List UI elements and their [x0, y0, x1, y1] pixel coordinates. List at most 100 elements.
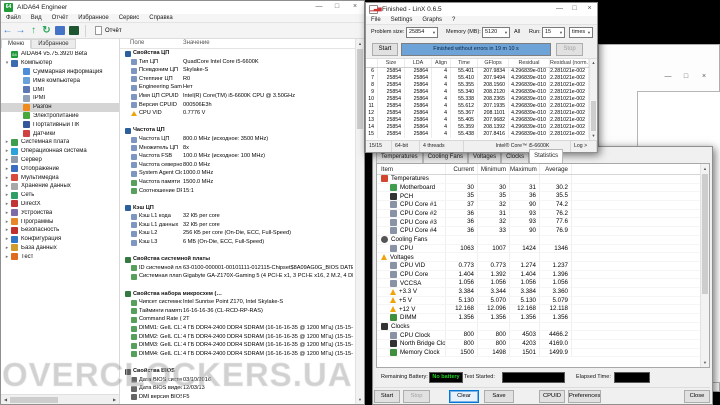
- sidebar-item[interactable]: Суммарная информация: [1, 68, 119, 77]
- table-row[interactable]: 15 25854 25864 4 55.438 207.8416 4.296839e-010…: [366, 131, 597, 138]
- table-row[interactable]: 13 25854 25864 4 55.405 207.9682 4.296839e-010…: [366, 117, 597, 124]
- memory-select[interactable]: 5120 ▼: [482, 27, 510, 38]
- minimize-icon[interactable]: —: [310, 1, 328, 14]
- property-row[interactable]: ID системной платы63-0100-000001-0010111…: [120, 264, 355, 273]
- menu-item[interactable]: ?: [447, 16, 460, 25]
- statistics-row[interactable]: +12 V 12.168 12.096 12.168 12.118: [377, 305, 709, 314]
- property-row[interactable]: Имя ЦП CPUID Intel(R) Core(TM) i5-6600K C…: [120, 92, 355, 101]
- run-count-select[interactable]: 15 ▼: [542, 27, 565, 38]
- property-row[interactable]: Степпинг ЦП R0: [120, 75, 355, 84]
- property-row[interactable]: Тип ЦП QuadCore Intel Core i5-6600K: [120, 58, 355, 67]
- table-row[interactable]: 14 25854 25864 4 55.359 208.1392 4.296839e-010…: [366, 124, 597, 131]
- maximize-icon[interactable]: □: [567, 3, 582, 16]
- tree-expander-icon[interactable]: ▸: [3, 139, 11, 145]
- refresh-icon[interactable]: ↻: [40, 24, 53, 38]
- linx-scrollbar[interactable]: ▲ ▼: [589, 59, 597, 140]
- statistics-section-row[interactable]: Cooling Fans: [377, 235, 709, 245]
- sidebar-item[interactable]: ▸ Сеть: [1, 191, 119, 200]
- monitor-icon[interactable]: [69, 26, 79, 35]
- content-scrollbar[interactable]: ▲ ▼: [355, 39, 364, 404]
- property-row[interactable]: DIMM2: GeIL CL16-16-16 D4…4 ГБ DDR4-2400…: [120, 333, 355, 342]
- tree-expander-icon[interactable]: ▸: [3, 245, 11, 251]
- scroll-down-icon[interactable]: ▼: [590, 132, 597, 140]
- section-row[interactable]: Частота ЦП: [120, 126, 355, 135]
- sidebar-item[interactable]: ▸ DirectX: [1, 200, 119, 209]
- property-row[interactable]: Кэш L1 данных 32 КБ per core: [120, 221, 355, 230]
- section-row[interactable]: Свойства ЦП: [120, 49, 355, 58]
- sidebar-item[interactable]: ▸ Операционная система: [1, 147, 119, 156]
- property-row[interactable]: Соотношение DRAM:FSB15:1: [120, 187, 355, 196]
- close-icon[interactable]: ×: [695, 71, 713, 84]
- property-row[interactable]: Дата BIOS системы03/10/2016: [120, 376, 355, 385]
- report-button[interactable]: Отчёт: [90, 24, 127, 37]
- statistics-row[interactable]: +3.3 V 3.384 3.344 3.384 3.360: [377, 287, 709, 297]
- statistics-row[interactable]: CPU Core #4 36 33 90 76.9: [377, 227, 709, 236]
- statistics-row[interactable]: Memory Clock 1500 1498 1501 1499.9: [377, 348, 709, 358]
- tab-statistics[interactable]: Statistics: [529, 149, 564, 163]
- sidebar-item[interactable]: ▸ Мультимедиа: [1, 173, 119, 182]
- sidebar-item[interactable]: 64 AIDA64 v5.75.3920 Beta: [1, 50, 119, 59]
- sidebar-item[interactable]: ▸ Устройства: [1, 208, 119, 217]
- sidebar-item[interactable]: ▸ Отображение: [1, 164, 119, 173]
- stop-button[interactable]: Stop: [403, 390, 430, 403]
- table-row[interactable]: 7 25854 25864 4 55.410 207.9494 4.296839e-010 2…: [366, 75, 597, 82]
- property-row[interactable]: DIMM1: GeIL CL16-16-16 D4…4 ГБ DDR4-2400…: [120, 324, 355, 333]
- sidebar-item[interactable]: IPMI: [1, 94, 119, 103]
- property-row[interactable]: Множитель ЦП 8x: [120, 144, 355, 153]
- section-row[interactable]: Свойства набора микросхем (…: [120, 290, 355, 299]
- property-row[interactable]: Дата BIOS видеоадаптера12/03/13: [120, 384, 355, 393]
- property-row[interactable]: Кэш L1 кода 32 КБ per core: [120, 212, 355, 221]
- statistics-row[interactable]: CPU 1063 1007 1424 1346: [377, 244, 709, 254]
- scroll-right-icon[interactable]: ▶: [110, 397, 119, 402]
- property-row[interactable]: Частота ЦП 800.0 MHz (исходное: 3500 MHz): [120, 135, 355, 144]
- menu-item[interactable]: Отчёт: [47, 14, 74, 23]
- close-icon[interactable]: ×: [582, 3, 597, 16]
- scroll-up-icon[interactable]: ▲: [356, 39, 364, 48]
- stop-button[interactable]: Stop: [556, 43, 583, 56]
- statistics-row[interactable]: CPU Core #2 36 31 93 76.2: [377, 209, 709, 219]
- tree-expander-icon[interactable]: ▸: [3, 166, 11, 172]
- minimize-icon[interactable]: —: [552, 3, 567, 16]
- close-button[interactable]: Close: [684, 390, 710, 403]
- menu-item[interactable]: Settings: [386, 16, 418, 25]
- menu-item[interactable]: Graphs: [417, 16, 447, 25]
- property-row[interactable]: Чипсет системной платыIntel Sunrise Poin…: [120, 298, 355, 307]
- sidebar-item[interactable]: ▸ Конфигурация: [1, 235, 119, 244]
- sidebar-item[interactable]: Электропитание: [1, 112, 119, 121]
- statistics-section-row[interactable]: Temperatures: [377, 175, 709, 184]
- property-row[interactable]: Версия CPUID 000506E3h: [120, 101, 355, 110]
- property-row[interactable]: DMI версия BIOS F5: [120, 393, 355, 402]
- scroll-left-icon[interactable]: ◀: [1, 397, 10, 402]
- statistics-row[interactable]: PCH 35 35 36 35.5: [377, 192, 709, 202]
- menu-item[interactable]: Избранное: [73, 14, 113, 23]
- property-row[interactable]: DIMM4: GeIL CL16-16-16 D4…4 ГБ DDR4-2400…: [120, 350, 355, 359]
- section-row[interactable]: Свойства системной платы: [120, 255, 355, 264]
- property-row[interactable]: Кэш L2 256 КБ per core (On-Die, ECC, Full…: [120, 229, 355, 238]
- scrollbar-thumb[interactable]: [591, 101, 596, 131]
- statistics-row[interactable]: CPU Core #1 37 32 90 74.2: [377, 201, 709, 210]
- section-row[interactable]: Свойства BIOS: [120, 367, 355, 376]
- statistics-row[interactable]: DIMM 1.356 1.356 1.356 1.356: [377, 314, 709, 323]
- minimize-icon[interactable]: —: [659, 71, 677, 84]
- scroll-up-icon[interactable]: ▲: [701, 164, 709, 173]
- table-row[interactable]: 10 25854 25864 4 55.338 208.2365 4.296839e-010…: [366, 96, 597, 103]
- menu-item[interactable]: Сервис: [114, 14, 145, 23]
- sidebar-item[interactable]: Датчики: [1, 129, 119, 138]
- sidebar-item[interactable]: ▸ Программы: [1, 217, 119, 226]
- tree-expander-icon[interactable]: ▸: [3, 219, 11, 225]
- property-row[interactable]: Псевдоним ЦП Skylake-S: [120, 66, 355, 75]
- forward-icon[interactable]: →: [14, 24, 27, 38]
- table-row[interactable]: 9 25854 25864 4 55.340 208.2120 4.296839e-010 2…: [366, 89, 597, 96]
- menu-item[interactable]: Вид: [26, 14, 47, 23]
- up-icon[interactable]: ↑: [27, 24, 40, 38]
- property-row[interactable]: CPU VID 0.7776 V: [120, 109, 355, 118]
- statistics-row[interactable]: CPU Clock 800 800 4503 4466.2: [377, 331, 709, 341]
- property-row[interactable]: Системная плата Gigabyte GA-Z170X-Gaming …: [120, 272, 355, 281]
- statistics-row[interactable]: CPU Core #3 36 32 93 77.6: [377, 218, 709, 228]
- sidebar-item[interactable]: ▸ Хранение данных: [1, 182, 119, 191]
- clear-button[interactable]: Clear: [449, 390, 479, 403]
- table-row[interactable]: 8 25854 25864 4 55.355 208.1560 4.296839e-010 2…: [366, 82, 597, 89]
- property-row[interactable]: Частота FSB 100.0 MHz (исходное: 100 MHz): [120, 152, 355, 161]
- tree-expander-icon[interactable]: ▸: [3, 183, 11, 189]
- run-units-select[interactable]: times ▼: [569, 27, 593, 38]
